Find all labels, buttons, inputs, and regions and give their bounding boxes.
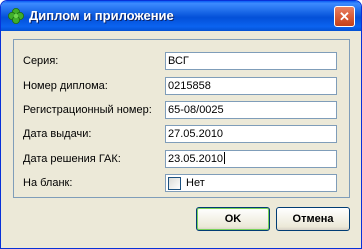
dialog-content: Серия: ВСГ Номер диплома: 0215858 Регист… xyxy=(4,31,358,247)
window-title: Диплом и приложение xyxy=(29,8,174,23)
blank-label: На бланк: xyxy=(23,177,73,189)
diploma-number-field[interactable]: 0215858 xyxy=(165,77,337,95)
cancel-button[interactable]: Отмена xyxy=(276,207,350,231)
registration-number-field[interactable]: 65-08/0025 xyxy=(165,101,337,119)
registration-number-label: Регистрационный номер: xyxy=(23,104,152,116)
title-bar[interactable]: Диплом и приложение ✕ xyxy=(1,1,361,31)
issue-date-label: Дата выдачи: xyxy=(23,128,92,140)
dialog-window: Диплом и приложение ✕ Серия: ВСГ Номер д… xyxy=(0,0,362,249)
gak-decision-date-value: 23.05.2010 xyxy=(168,153,224,165)
text-caret xyxy=(224,152,226,164)
ok-button[interactable]: OK xyxy=(196,207,270,231)
blank-checkbox-label: Нет xyxy=(186,177,205,189)
series-field[interactable]: ВСГ xyxy=(165,52,337,70)
gak-decision-date-field[interactable]: 23.05.2010 xyxy=(165,150,337,168)
blank-combo[interactable]: Нет xyxy=(165,174,337,192)
issue-date-field[interactable]: 27.05.2010 xyxy=(165,125,337,143)
series-label: Серия: xyxy=(23,55,59,67)
close-button[interactable]: ✕ xyxy=(334,6,355,27)
gak-decision-date-label: Дата решения ГАК: xyxy=(23,153,121,165)
clover-icon xyxy=(8,8,24,24)
blank-checkbox[interactable] xyxy=(168,177,181,190)
close-icon: ✕ xyxy=(339,9,350,24)
diploma-number-label: Номер диплома: xyxy=(23,80,108,92)
form-panel: Серия: ВСГ Номер диплома: 0215858 Регист… xyxy=(13,39,350,198)
